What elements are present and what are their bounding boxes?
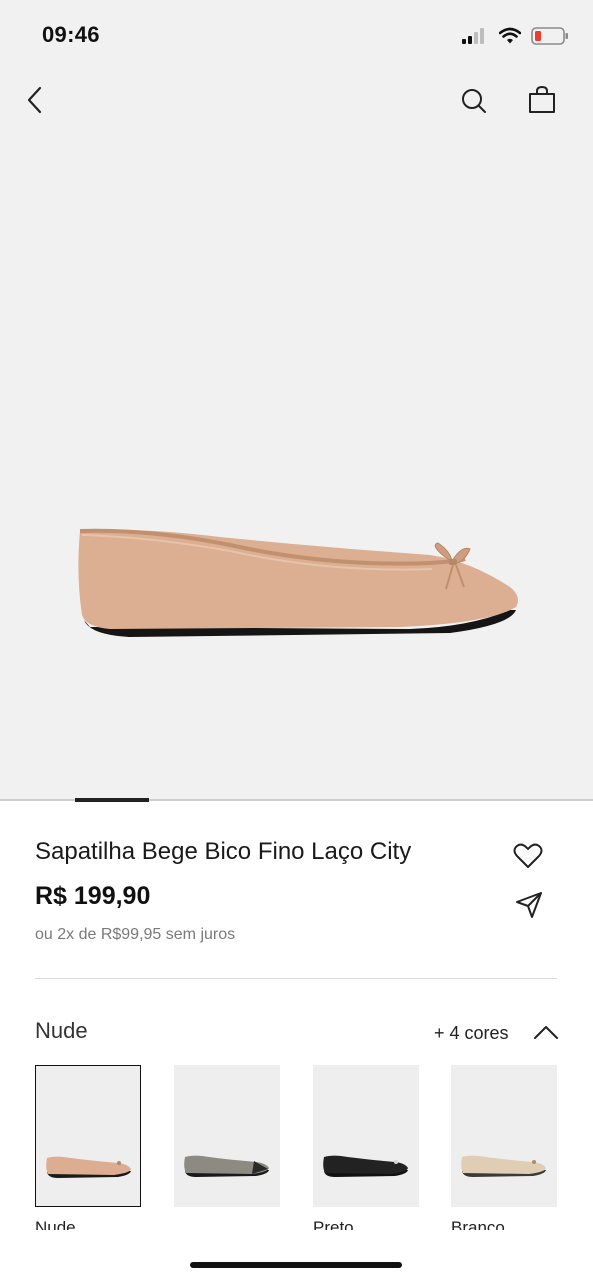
color-swatch-preto[interactable]: [313, 1065, 419, 1207]
swatch-shoe-image: [46, 1156, 132, 1178]
section-divider: [35, 978, 557, 979]
search-icon[interactable]: [458, 86, 490, 118]
status-icons: [461, 26, 569, 46]
more-colors-link[interactable]: + 4 cores: [434, 1023, 509, 1044]
battery-low-icon: [531, 27, 568, 45]
home-indicator[interactable]: [190, 1262, 402, 1268]
product-image-area[interactable]: 09:46: [0, 0, 593, 802]
color-swatch-nude[interactable]: [35, 1065, 141, 1207]
swatch-label: Nude: [35, 1218, 76, 1230]
gallery-progress-indicator: [75, 798, 149, 802]
color-swatch-branco[interactable]: [451, 1065, 557, 1207]
share-send-icon[interactable]: [514, 890, 544, 920]
swatch-shoe-image: [184, 1155, 269, 1177]
swatch-shoe-image: [323, 1155, 408, 1177]
heart-icon[interactable]: [513, 842, 543, 870]
installment-info: ou 2x de R$99,95 sem juros: [35, 926, 236, 943]
shopping-bag-icon[interactable]: [526, 84, 558, 116]
selected-color-label: Nude: [35, 1018, 88, 1043]
product-price: R$ 199,90: [35, 882, 151, 910]
swatch-label: Preto: [313, 1218, 354, 1230]
chevron-up-icon[interactable]: [532, 1022, 560, 1042]
status-time: 09:46: [42, 22, 100, 47]
signal-icon: [462, 28, 484, 44]
wifi-icon: [499, 27, 521, 44]
back-chevron-icon[interactable]: [22, 84, 52, 116]
swatch-label: Branco: [451, 1218, 505, 1230]
swatch-shoe-image: [461, 1155, 546, 1177]
product-title: Sapatilha Bege Bico Fino Laço City: [35, 838, 412, 865]
product-shoe-image: [78, 528, 519, 637]
color-swatch-grey[interactable]: [174, 1065, 280, 1207]
